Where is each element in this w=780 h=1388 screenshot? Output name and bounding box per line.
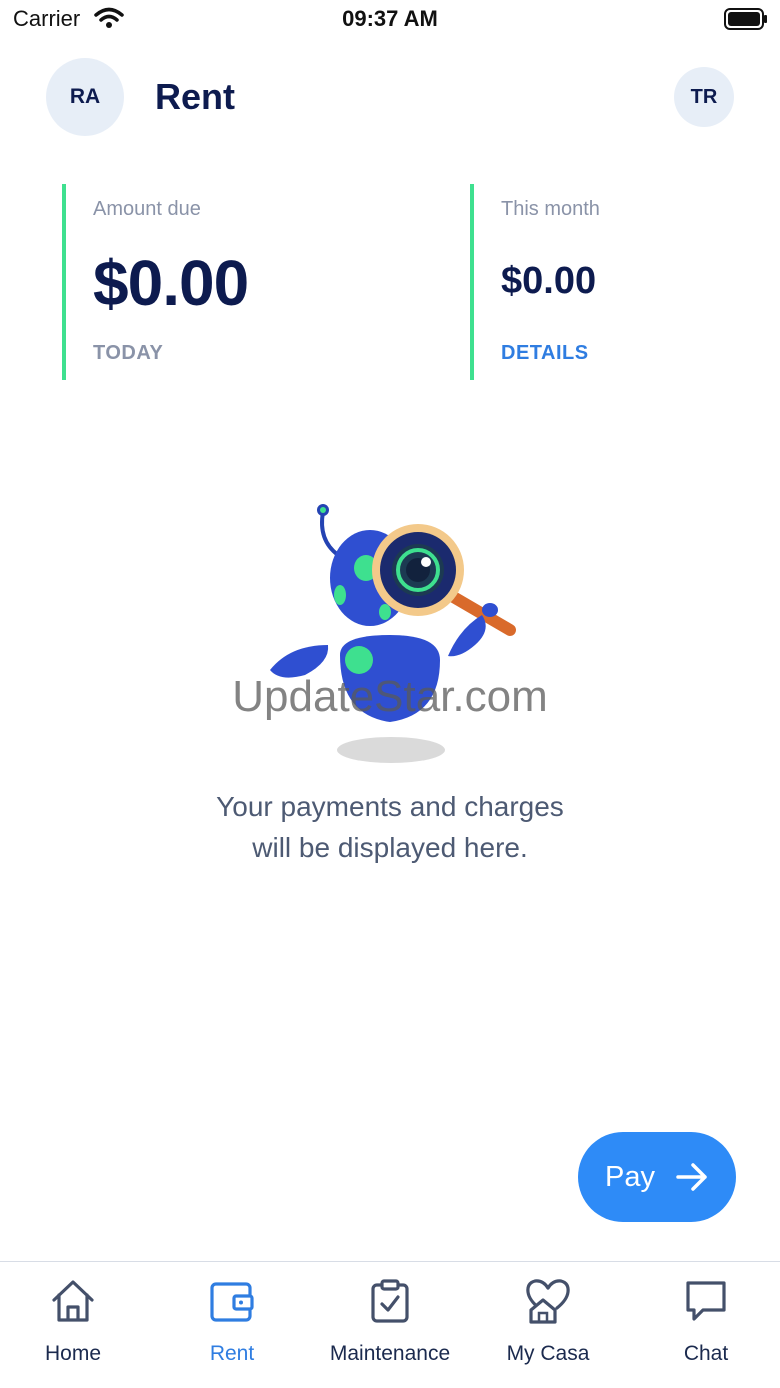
home-icon (52, 1280, 94, 1322)
tab-maintenance-label: Maintenance (329, 1342, 451, 1365)
tab-home-label: Home (44, 1342, 102, 1365)
empty-state-line-1: Your payments and charges (216, 791, 564, 822)
clock: 09:37 AM (342, 6, 438, 31)
details-link[interactable]: DETAILS (501, 342, 589, 365)
wallet-icon (210, 1282, 254, 1322)
heart-house-icon (526, 1279, 570, 1324)
empty-state-message: Your payments and charges will be displa… (140, 786, 640, 868)
watermark: UpdateStar.com (232, 672, 548, 721)
amount-due-label: Amount due (93, 198, 201, 220)
tenant-avatar-initials: TR (690, 85, 718, 108)
status-bar: Carrier 09:37 AM (0, 0, 780, 40)
tab-chat-label: Chat (683, 1342, 729, 1365)
robot-magnifier-illustration (270, 504, 516, 763)
chat-bubble-icon (686, 1281, 726, 1321)
tab-chat[interactable]: Chat (628, 1262, 780, 1388)
tab-rent-label: Rent (209, 1342, 255, 1365)
amount-due-date: TODAY (93, 342, 164, 364)
battery-icon (724, 8, 767, 30)
tab-home[interactable]: Home (0, 1262, 151, 1388)
page-title: Rent (155, 76, 235, 117)
user-avatar-initials: RA (69, 85, 101, 108)
empty-state-line-2: will be displayed here. (252, 832, 528, 863)
amount-due-value: $0.00 (93, 247, 249, 319)
tab-my-casa[interactable]: My Casa (470, 1262, 626, 1388)
user-avatar[interactable]: RA (46, 58, 124, 136)
this-month-label: This month (501, 198, 600, 220)
tab-maintenance[interactable]: Maintenance (312, 1262, 468, 1388)
arrow-right-icon (676, 1163, 707, 1191)
pay-button[interactable]: Pay (578, 1132, 736, 1222)
tenant-avatar[interactable]: TR (674, 67, 734, 127)
pay-button-label: Pay (605, 1160, 655, 1193)
tab-rent[interactable]: Rent (154, 1262, 310, 1388)
tab-my-casa-label: My Casa (506, 1342, 590, 1365)
clipboard-check-icon (371, 1279, 409, 1323)
tab-bar: Home Rent Maintenance My Casa Chat (0, 1261, 780, 1388)
this-month-value: $0.00 (501, 260, 597, 302)
amount-due-card: Amount due $0.00 TODAY (62, 184, 446, 380)
this-month-card: This month $0.00 DETAILS (470, 184, 754, 380)
